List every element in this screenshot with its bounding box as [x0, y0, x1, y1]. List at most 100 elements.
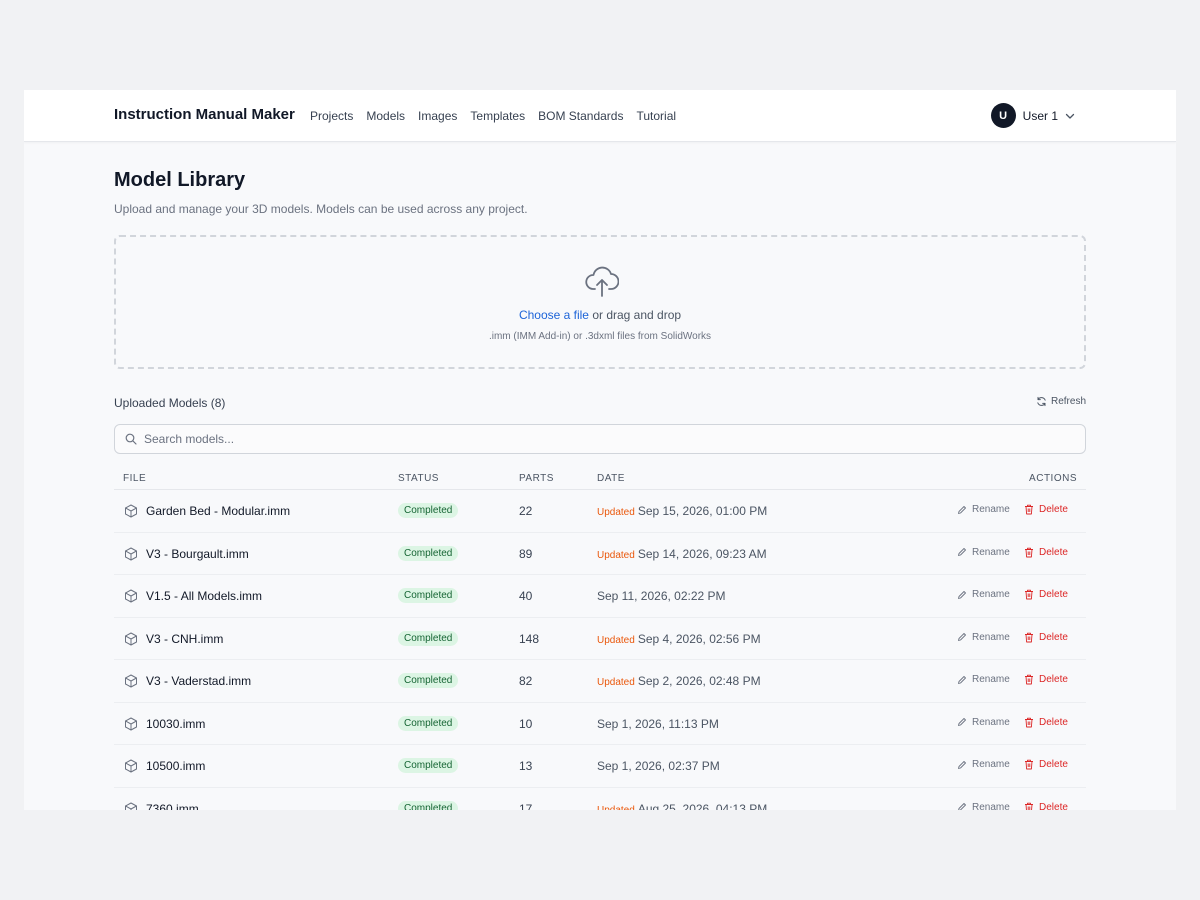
rename-label: Rename: [972, 674, 1010, 685]
rename-label: Rename: [972, 589, 1010, 600]
parts-count: 17: [519, 801, 533, 811]
rename-label: Rename: [972, 759, 1010, 770]
date-cell: Sep 1, 2026, 11:13 PM: [597, 717, 719, 731]
trash-icon: [1025, 802, 1033, 810]
search-icon: [125, 433, 137, 445]
rename-button[interactable]: Rename: [957, 547, 1010, 558]
nav-templates[interactable]: Templates: [470, 109, 525, 123]
table-row[interactable]: V3 - Vaderstad.imm Completed 82 Updated Sep …: [114, 660, 1086, 703]
refresh-button[interactable]: Refresh: [1036, 396, 1086, 407]
pencil-icon: [958, 590, 966, 599]
delete-button[interactable]: Delete: [1024, 759, 1068, 770]
cube-icon: [125, 632, 137, 645]
date-cell: Updated Aug 25, 2026, 04:13 PM: [597, 802, 767, 811]
nav-bom-standards[interactable]: BOM Standards: [538, 109, 623, 123]
drag-drop-text: or drag and drop: [588, 308, 682, 322]
status-badge: Completed: [398, 758, 459, 773]
app-window: Instruction Manual Maker Projects Models…: [24, 90, 1176, 810]
table-row[interactable]: V3 - Bourgault.imm Completed 89 Updated Sep …: [114, 533, 1086, 575]
file-name[interactable]: V3 - CNH.imm: [146, 632, 223, 646]
nav-models[interactable]: Models: [366, 109, 405, 123]
file-name[interactable]: 10030.imm: [146, 717, 205, 731]
delete-button[interactable]: Delete: [1024, 504, 1068, 515]
avatar: U: [990, 103, 1016, 128]
file-name[interactable]: V1.5 - All Models.imm: [146, 589, 262, 603]
table-row[interactable]: 10500.imm Completed 13 Sep 1, 2026, 02:37 P…: [114, 745, 1086, 788]
nav-tutorial[interactable]: Tutorial: [636, 109, 676, 123]
nav-projects[interactable]: Projects: [310, 109, 353, 123]
table-row[interactable]: V1.5 - All Models.imm Completed 40 Sep 11, …: [114, 575, 1086, 618]
status-badge: Completed: [398, 715, 459, 731]
file-name[interactable]: V3 - Vaderstad.imm: [146, 674, 251, 688]
user-menu[interactable]: U User 1: [990, 103, 1076, 128]
table-row[interactable]: Garden Bed - Modular.imm Completed 22 Updat…: [114, 490, 1086, 533]
rename-button[interactable]: Rename: [957, 759, 1010, 770]
delete-button[interactable]: Delete: [1024, 674, 1068, 685]
choose-file-link[interactable]: Choose a file: [519, 308, 589, 322]
updated-label: Updated: [597, 804, 635, 811]
refresh-label: Refresh: [1050, 396, 1086, 407]
delete-button[interactable]: Delete: [1024, 717, 1068, 728]
file-name[interactable]: 10500.imm: [146, 759, 205, 773]
delete-label: Delete: [1039, 631, 1068, 643]
date-cell: Updated Sep 14, 2026, 09:23 AM: [597, 547, 767, 561]
cube-icon: [125, 759, 137, 773]
table-row[interactable]: V3 - CNH.imm Completed 148 Updated Sep 4, 20…: [114, 618, 1086, 660]
trash-icon: [1025, 759, 1033, 770]
dropzone-hint: .imm (IMM Add-in) or .3dxml files from S…: [488, 331, 712, 342]
date-cell: Sep 1, 2026, 02:37 PM: [597, 759, 720, 773]
parts-count: 82: [519, 674, 533, 688]
search-input[interactable]: [144, 425, 1074, 453]
rename-button[interactable]: Rename: [957, 504, 1010, 515]
date-cell: Updated Sep 15, 2026, 01:00 PM: [597, 504, 767, 518]
nav-images[interactable]: Images: [418, 109, 457, 123]
pencil-icon: [958, 760, 966, 769]
table-header: FILE STATUS PARTS DATE ACTIONS: [114, 470, 1086, 490]
delete-label: Delete: [1039, 801, 1068, 811]
cube-icon: [125, 589, 137, 603]
delete-button[interactable]: Delete: [1024, 632, 1068, 643]
date-value: Sep 2, 2026, 02:48 PM: [637, 674, 761, 688]
parts-count: 13: [519, 759, 533, 773]
rename-label: Rename: [972, 716, 1010, 728]
delete-button[interactable]: Delete: [1024, 547, 1068, 558]
delete-button[interactable]: Delete: [1024, 589, 1068, 600]
cube-icon: [125, 674, 137, 688]
status-badge: Completed: [398, 800, 459, 810]
rename-button[interactable]: Rename: [957, 632, 1010, 643]
brand-title[interactable]: Instruction Manual Maker: [114, 106, 295, 123]
file-name[interactable]: V3 - Bourgault.imm: [146, 547, 249, 561]
date-value: Sep 11, 2026, 02:22 PM: [597, 589, 726, 603]
col-status[interactable]: STATUS: [398, 473, 439, 484]
col-parts[interactable]: PARTS: [519, 473, 554, 484]
page-subtitle: Upload and manage your 3D models. Models…: [114, 202, 528, 216]
trash-icon: [1025, 547, 1033, 557]
models-table-body: Garden Bed - Modular.imm Completed 22 Updat…: [114, 490, 1086, 810]
rename-label: Rename: [972, 631, 1010, 643]
table-row[interactable]: 7360.imm Completed 17 Updated Aug 25, 2026, …: [114, 788, 1086, 811]
delete-label: Delete: [1039, 546, 1068, 558]
pencil-icon: [958, 505, 966, 514]
trash-icon: [1025, 504, 1033, 515]
pencil-icon: [958, 803, 966, 810]
file-name[interactable]: Garden Bed - Modular.imm: [146, 504, 290, 518]
rename-button[interactable]: Rename: [957, 589, 1010, 600]
uploaded-models-title: Uploaded Models (8): [114, 396, 226, 410]
rename-button[interactable]: Rename: [957, 802, 1010, 810]
upload-dropzone[interactable]: Choose a file or drag and drop .imm (IMM…: [114, 235, 1086, 369]
date-cell: Sep 11, 2026, 02:22 PM: [597, 589, 726, 603]
date-cell: Updated Sep 4, 2026, 02:56 PM: [597, 632, 761, 646]
rename-button[interactable]: Rename: [957, 674, 1010, 685]
table-row[interactable]: 10030.imm Completed 10 Sep 1, 2026, 11:13 P…: [114, 703, 1086, 745]
file-name[interactable]: 7360.imm: [146, 802, 199, 811]
delete-button[interactable]: Delete: [1024, 801, 1068, 811]
rename-label: Rename: [972, 504, 1010, 515]
parts-count: 148: [519, 631, 540, 646]
delete-label: Delete: [1039, 759, 1068, 770]
col-file[interactable]: FILE: [123, 473, 146, 484]
cube-icon: [125, 717, 137, 730]
date-value: Sep 1, 2026, 11:13 PM: [597, 716, 719, 731]
rename-button[interactable]: Rename: [957, 717, 1010, 728]
delete-label: Delete: [1039, 504, 1068, 515]
col-date[interactable]: DATE: [597, 473, 625, 484]
